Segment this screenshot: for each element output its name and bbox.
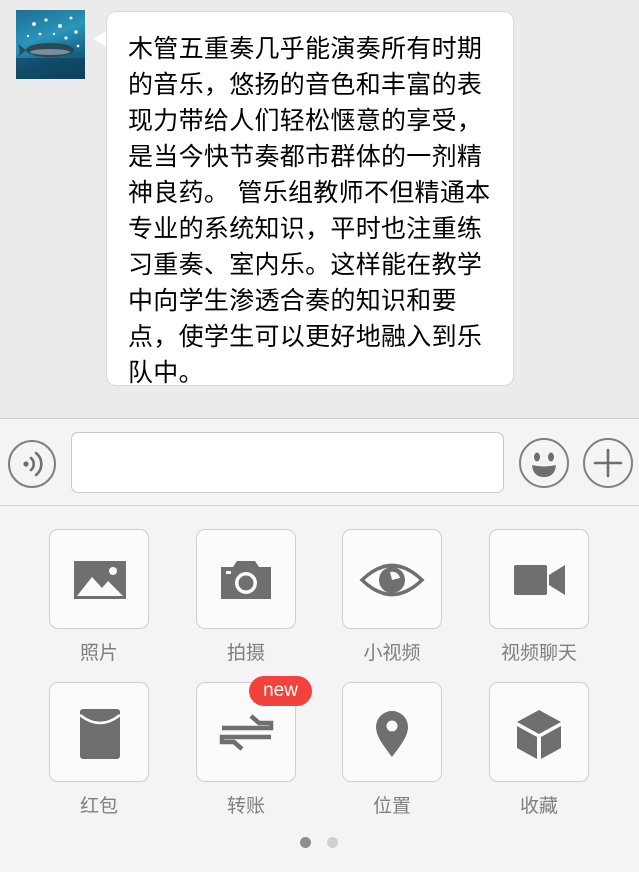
- tool-location-box[interactable]: [342, 682, 442, 782]
- tool-red-packet[interactable]: 红包: [49, 682, 151, 818]
- red-packet-icon: [79, 709, 121, 759]
- avatar[interactable]: [16, 10, 85, 79]
- avatar-aquarium-image: [16, 16, 85, 79]
- eye-icon: [359, 563, 425, 597]
- chat-area: 木管五重奏几乎能演奏所有时期的音乐，悠扬的音色和丰富的表现力带给人们轻松惬意的享…: [0, 0, 639, 418]
- tool-label: 收藏: [519, 795, 558, 817]
- tool-favorites[interactable]: 收藏: [489, 682, 591, 818]
- message-bubble[interactable]: 木管五重奏几乎能演奏所有时期的音乐，悠扬的音色和丰富的表现力带给人们轻松惬意的享…: [106, 11, 514, 387]
- emoji-button[interactable]: [519, 438, 569, 488]
- tool-label: 转账: [226, 795, 265, 817]
- tool-video-call[interactable]: 视频聊天: [489, 529, 591, 665]
- message-text: 木管五重奏几乎能演奏所有时期的音乐，悠扬的音色和丰富的表现力带给人们轻松惬意的享…: [128, 34, 491, 387]
- favorites-box-icon: [517, 710, 561, 759]
- voice-icon: [23, 451, 43, 477]
- tool-label: 照片: [79, 642, 118, 664]
- plus-icon: [593, 448, 623, 478]
- tool-label: 小视频: [363, 642, 421, 664]
- new-badge: new: [249, 676, 312, 706]
- page-dot[interactable]: [327, 837, 338, 848]
- tool-video-call-box[interactable]: [489, 529, 589, 629]
- tool-label: 位置: [372, 795, 411, 817]
- location-pin-icon: [376, 711, 408, 757]
- voice-toggle-button[interactable]: [8, 440, 56, 488]
- smiley-icon: [532, 452, 556, 477]
- photo-icon: [74, 561, 126, 599]
- video-call-icon: [514, 565, 565, 595]
- tool-camera-box[interactable]: [196, 529, 296, 629]
- more-button[interactable]: [583, 438, 633, 488]
- tool-short-video[interactable]: 小视频: [342, 529, 444, 665]
- tool-label: 拍摄: [226, 642, 265, 664]
- tool-camera[interactable]: 拍摄: [196, 529, 298, 665]
- tool-location[interactable]: 位置: [342, 682, 444, 818]
- tool-photo[interactable]: 照片: [49, 529, 151, 665]
- tool-short-video-box[interactable]: [342, 529, 442, 629]
- page-dot-active[interactable]: [300, 837, 311, 848]
- tool-photo-box[interactable]: [49, 529, 149, 629]
- tool-red-packet-box[interactable]: [49, 682, 149, 782]
- message-input[interactable]: [71, 432, 504, 493]
- camera-icon: [221, 561, 271, 599]
- tool-favorites-box[interactable]: [489, 682, 589, 782]
- tool-label: 视频聊天: [500, 642, 577, 664]
- input-bar: [0, 419, 639, 505]
- tool-label: 红包: [79, 795, 118, 817]
